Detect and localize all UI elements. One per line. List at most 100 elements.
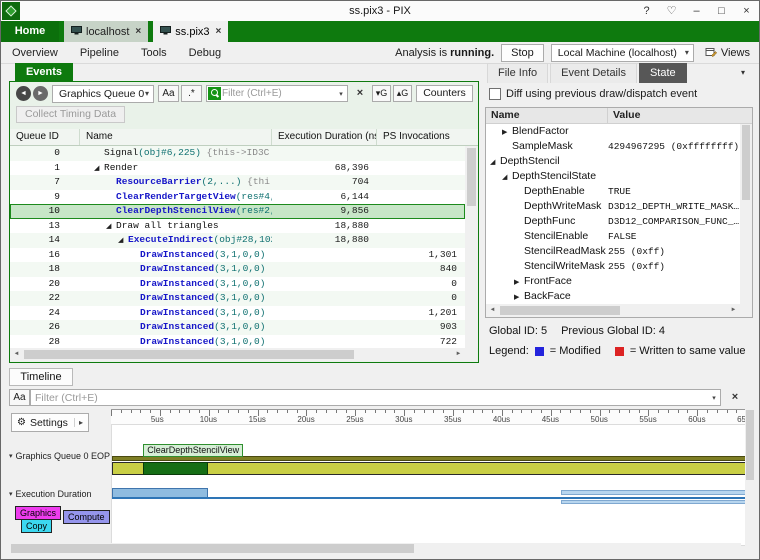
minimize-button[interactable]: – <box>684 1 709 21</box>
timeline-clear-filter-button[interactable]: × <box>727 390 743 405</box>
menu-overview[interactable]: Overview <box>1 42 69 64</box>
state-row[interactable]: DepthEnableTRUE <box>486 184 740 199</box>
selected-event-segment[interactable] <box>143 462 207 475</box>
diff-checkbox[interactable] <box>489 88 501 100</box>
menu-tools[interactable]: Tools <box>130 42 178 64</box>
collapse-icon[interactable]: ◢ <box>94 161 104 176</box>
collapse-icon[interactable]: ◢ <box>118 233 128 248</box>
legend-chip-graphics[interactable]: Graphics <box>15 506 61 520</box>
event-row[interactable]: 9ClearRenderTargetView(res#4,6,144 <box>10 190 465 205</box>
event-row[interactable]: 16DrawInstanced(3,1,0,0)1,301 <box>10 248 465 263</box>
timeline-vertical-scrollbar[interactable] <box>745 409 755 547</box>
nav-back-button[interactable]: ◄ <box>16 86 31 101</box>
state-vertical-scrollbar[interactable] <box>740 124 752 304</box>
tab-ss-pix3[interactable]: ss.pix3 × <box>153 21 228 42</box>
scrollbar-thumb[interactable] <box>24 350 354 359</box>
event-row[interactable]: 10ClearDepthStencilView(res#2,9,856 <box>10 204 465 219</box>
scroll-left-icon[interactable]: ◄ <box>486 304 499 317</box>
legend-chip-copy[interactable]: Copy <box>21 519 52 533</box>
event-row[interactable]: 20DrawInstanced(3,1,0,0)0 <box>10 277 465 292</box>
scrollbar-thumb[interactable] <box>746 410 754 480</box>
counters-button[interactable]: Counters <box>416 85 473 102</box>
state-horizontal-scrollbar[interactable]: ◄ ► <box>486 304 740 317</box>
tab-close-icon[interactable]: × <box>135 26 141 37</box>
events-vertical-scrollbar[interactable] <box>465 146 478 348</box>
event-row[interactable]: 1◢Render68,396 <box>10 161 465 176</box>
events-panel-tab[interactable]: Events <box>15 63 73 81</box>
timeline-canvas[interactable]: ClearDepthStencilView <box>111 424 751 546</box>
help-button[interactable]: ? <box>634 1 659 21</box>
queue-combo[interactable]: Graphics Queue 0 <box>52 85 154 103</box>
event-row[interactable]: 24DrawInstanced(3,1,0,0)1,201 <box>10 306 465 321</box>
feedback-button[interactable]: ♡ <box>659 1 684 21</box>
panel-dropdown-icon[interactable] <box>735 65 751 81</box>
menu-debug[interactable]: Debug <box>178 42 232 64</box>
state-row[interactable]: ▶FrontFace <box>486 274 740 289</box>
tab-state[interactable]: State <box>639 63 687 83</box>
state-row[interactable]: StencilWriteMask255 (0xff) <box>486 259 740 274</box>
lane-execution-duration[interactable]: ▾ Execution Duration <box>9 489 92 499</box>
maximize-button[interactable]: □ <box>709 1 734 21</box>
stop-button[interactable]: Stop <box>501 44 544 62</box>
timeline-ruler[interactable]: 5us10us15us20us25us30us35us40us45us50us5… <box>111 409 751 424</box>
col-ps-invocations[interactable]: PS Invocations <box>377 129 465 145</box>
events-filter-input[interactable] <box>222 87 335 100</box>
tab-event-details[interactable]: Event Details <box>550 63 637 83</box>
event-row[interactable]: 14◢ExecuteIndirect(obj#28,10218,880 <box>10 233 465 248</box>
col-state-name[interactable]: Name <box>486 108 608 123</box>
scrollbar-thumb[interactable] <box>467 148 476 206</box>
state-row[interactable]: ▶BackFace <box>486 289 740 304</box>
state-row[interactable]: DepthWriteMaskD3D12_DEPTH_WRITE_MASK… <box>486 199 740 214</box>
state-row[interactable]: ◢DepthStencilState <box>486 169 740 184</box>
collapse-icon[interactable]: ▾ <box>9 490 13 498</box>
prev-group-button[interactable]: ▴G <box>393 85 412 102</box>
state-row[interactable]: StencilReadMask255 (0xff) <box>486 244 740 259</box>
collect-timing-data-button[interactable]: Collect Timing Data <box>16 106 125 123</box>
timeline-match-case-button[interactable]: Aa <box>9 389 30 406</box>
tab-localhost[interactable]: localhost × <box>64 21 148 42</box>
scroll-left-icon[interactable]: ◄ <box>10 348 23 361</box>
events-horizontal-scrollbar[interactable]: ◄ ► <box>10 348 465 361</box>
regex-button[interactable]: .* <box>181 85 202 102</box>
col-state-value[interactable]: Value <box>608 108 752 123</box>
machine-combo[interactable]: Local Machine (localhost) <box>551 44 694 62</box>
state-row[interactable]: ◢DepthStencil <box>486 154 740 169</box>
timeline-filter-input[interactable] <box>31 391 708 404</box>
collapse-icon[interactable]: ◢ <box>490 155 500 169</box>
event-row[interactable]: 0Signal(obj#6,225) {this->ID3C <box>10 146 465 161</box>
legend-chip-compute[interactable]: Compute <box>63 510 110 524</box>
collapse-icon[interactable]: ◢ <box>502 170 512 184</box>
expand-icon[interactable]: ▶ <box>514 275 524 289</box>
close-button[interactable]: × <box>734 1 759 21</box>
scrollbar-thumb[interactable] <box>11 544 414 553</box>
lane-graphics-queue-eop[interactable]: ▾ Graphics Queue 0 EOP <box>9 451 110 461</box>
state-row[interactable]: DepthFuncD3D12_COMPARISON_FUNC_… <box>486 214 740 229</box>
expand-icon[interactable]: ▶ <box>502 125 512 139</box>
scrollbar-thumb[interactable] <box>742 125 750 200</box>
filter-history-dropdown-icon[interactable]: ▾ <box>335 90 347 98</box>
event-row[interactable]: 18DrawInstanced(3,1,0,0)840 <box>10 262 465 277</box>
execution-duration-right-1[interactable] <box>561 490 747 495</box>
scrollbar-thumb[interactable] <box>500 306 620 315</box>
event-row[interactable]: 22DrawInstanced(3,1,0,0)0 <box>10 291 465 306</box>
state-row[interactable]: ▶BlendFactor <box>486 124 740 139</box>
event-row[interactable]: 26DrawInstanced(3,1,0,0)903 <box>10 320 465 335</box>
home-tab[interactable]: Home <box>1 21 59 42</box>
collapse-icon[interactable]: ▾ <box>9 452 13 460</box>
timeline-tab[interactable]: Timeline <box>9 368 73 386</box>
nav-forward-button[interactable]: ► <box>33 86 48 101</box>
tab-file-info[interactable]: File Info <box>487 63 548 83</box>
clear-filter-button[interactable]: × <box>352 86 368 101</box>
tab-close-icon[interactable]: × <box>216 26 222 37</box>
match-case-button[interactable]: Aa <box>158 85 179 102</box>
settings-button[interactable]: ⚙ Settings ▸ <box>11 413 89 432</box>
scroll-right-icon[interactable]: ► <box>727 304 740 317</box>
execution-duration-right-2[interactable] <box>561 500 747 504</box>
col-name[interactable]: Name <box>80 129 272 145</box>
col-execution-duration[interactable]: Execution Duration (ns) <box>272 129 377 145</box>
state-row[interactable]: SampleMask4294967295 (0xffffffff) <box>486 139 740 154</box>
state-row[interactable]: StencilEnableFALSE <box>486 229 740 244</box>
col-queue-id[interactable]: Queue ID <box>10 129 80 145</box>
next-group-button[interactable]: ▾G <box>372 85 391 102</box>
event-row[interactable]: 13◢Draw all triangles18,880 <box>10 219 465 234</box>
